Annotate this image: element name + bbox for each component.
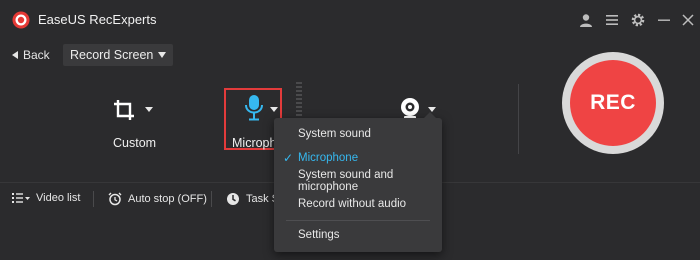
menu-item-record-without-audio[interactable]: Record without audio [274, 193, 442, 215]
menu-item-system-sound-and-microphone[interactable]: System sound and microphone [274, 169, 442, 193]
easeus-record-logo-icon [12, 11, 30, 29]
auto-stop-button[interactable]: Auto stop (OFF) [108, 192, 207, 206]
user-icon[interactable] [578, 12, 594, 28]
crop-icon[interactable] [112, 98, 136, 122]
menu-item-microphone[interactable]: ✓ Microphone [274, 147, 442, 169]
bottom-divider [211, 191, 212, 207]
close-icon[interactable] [680, 12, 696, 28]
clock-icon [227, 193, 239, 205]
menu-item-label: Microphone [298, 152, 359, 164]
audio-dropdown-caret-icon[interactable] [270, 107, 278, 112]
record-mode-value: Record Screen [70, 48, 154, 62]
task-scheduler-button[interactable]: Task S [226, 192, 279, 206]
checkmark-icon: ✓ [283, 151, 294, 165]
region-label: Custom [113, 136, 157, 150]
video-list-icon [12, 193, 30, 203]
video-list-button[interactable]: Video list [12, 192, 80, 204]
menu-item-label: System sound and microphone [298, 169, 394, 193]
alarm-clock-icon [108, 192, 122, 206]
menu-pointer [424, 112, 436, 118]
back-button[interactable]: Back [12, 48, 50, 62]
rec-button[interactable]: REC [570, 60, 656, 146]
menu-item-system-sound[interactable]: System sound [274, 123, 442, 145]
video-list-label: Video list [36, 192, 81, 204]
title-bar: EaseUS RecExperts [0, 0, 700, 40]
tools-divider [518, 84, 519, 154]
chevron-down-icon [158, 52, 166, 58]
menu-divider [286, 220, 430, 221]
rec-label: REC [590, 91, 636, 114]
bottom-divider [93, 191, 94, 207]
app-title: EaseUS RecExperts [38, 12, 157, 27]
minimize-icon[interactable] [656, 12, 672, 28]
back-label: Back [23, 48, 50, 62]
menu-item-label: Record without audio [298, 198, 407, 210]
auto-stop-label: Auto stop (OFF) [128, 193, 207, 205]
menu-item-label: System sound [298, 128, 371, 140]
menu-item-settings[interactable]: Settings [274, 224, 442, 246]
record-mode-select[interactable]: Record Screen [63, 44, 173, 66]
microphone-icon [245, 95, 263, 121]
region-dropdown-caret-icon[interactable] [145, 107, 153, 112]
audio-source-menu: System sound ✓ Microphone System sound a… [274, 112, 442, 252]
audio-label: Microphone [232, 136, 280, 150]
back-arrow-icon [12, 51, 18, 59]
menu-item-label: Settings [298, 229, 340, 241]
menu-icon[interactable] [604, 12, 620, 28]
gear-icon[interactable] [630, 12, 646, 28]
